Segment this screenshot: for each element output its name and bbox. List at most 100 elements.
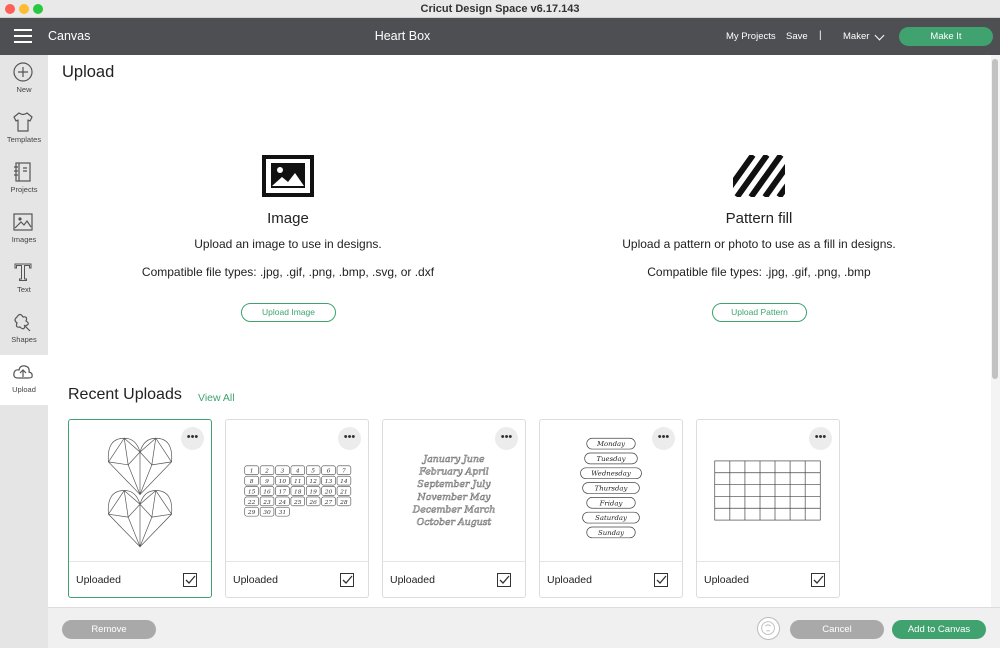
save-link[interactable]: Save <box>786 31 808 42</box>
sidebar-item-label: Templates <box>6 135 42 144</box>
sidebar-item-label: Images <box>11 235 37 244</box>
sidebar-item-projects[interactable]: Projects <box>0 155 48 205</box>
number-tag-label: 29 <box>247 510 256 516</box>
more-options-button[interactable]: ••• <box>338 427 361 450</box>
sidebar-item-images[interactable]: Images <box>0 205 48 255</box>
card-status-label: Uploaded <box>704 574 749 586</box>
make-it-button[interactable]: Make It <box>899 27 993 46</box>
number-tag-label: 5 <box>311 469 315 475</box>
month-script-line: December March <box>412 504 496 515</box>
card-status-label: Uploaded <box>233 574 278 586</box>
number-tag-label: 1 <box>250 469 254 475</box>
footer-bar: Remove Cancel Add to Canvas <box>48 607 1000 648</box>
my-projects-link[interactable]: My Projects <box>726 31 776 42</box>
sidebar-item-templates[interactable]: Templates <box>0 105 48 155</box>
month-script-line: January June <box>421 454 485 465</box>
recent-upload-card[interactable]: 1 2 3 4 5 6 7 8 9 10 11 12 13 14 15 16 17 18 19 20 21 22 23 24 2… <box>225 419 369 598</box>
number-tag-label: 27 <box>324 500 333 506</box>
shapes-icon <box>14 313 31 332</box>
number-tag-label: 3 <box>281 469 285 475</box>
month-script-line: September July <box>417 479 491 490</box>
add-to-canvas-button[interactable]: Add to Canvas <box>892 620 986 639</box>
weekday-tag-label: Saturday <box>595 514 627 522</box>
number-tag-label: 30 <box>263 510 271 516</box>
scrollbar-thumb[interactable] <box>992 59 998 379</box>
number-tag-label: 26 <box>308 500 317 506</box>
checkbox-icon[interactable] <box>654 573 668 587</box>
checkbox-icon[interactable] <box>183 573 197 587</box>
number-tag-label: 17 <box>279 489 287 495</box>
sidebar-item-label: Upload <box>12 385 36 394</box>
number-tag-label: 14 <box>340 479 348 485</box>
number-tag-label: 6 <box>327 469 331 475</box>
sidebar-item-label: Projects <box>10 185 38 194</box>
number-tag-label: 21 <box>339 489 348 495</box>
project-title: Heart Box <box>374 29 431 43</box>
more-options-button[interactable]: ••• <box>181 427 204 450</box>
pattern-upload-description: Upload a pattern or photo to use as a fi… <box>622 237 896 251</box>
number-tag-label: 10 <box>279 479 287 485</box>
image-upload-title: Image <box>267 210 309 227</box>
cancel-button[interactable]: Cancel <box>790 620 884 639</box>
pattern-upload-file-types: Compatible file types: .jpg, .gif, .png,… <box>647 265 871 279</box>
recent-upload-card[interactable]: ••• Uploaded <box>68 419 212 598</box>
more-options-button[interactable]: ••• <box>652 427 675 450</box>
pattern-upload-title: Pattern fill <box>725 210 793 227</box>
number-tag-label: 8 <box>250 479 254 485</box>
number-tag-label: 18 <box>294 489 302 495</box>
vertical-scrollbar[interactable] <box>991 55 1000 607</box>
number-tag-label: 20 <box>324 489 333 495</box>
weekday-tag-label: Wednesday <box>591 470 631 478</box>
number-tag-label: 4 <box>295 469 300 475</box>
number-tag-label: 25 <box>293 500 302 506</box>
sidebar-item-text[interactable]: Text <box>0 255 48 305</box>
number-tag-label: 22 <box>247 500 256 506</box>
upload-cloud-icon <box>13 365 33 379</box>
weekday-tag-label: Friday <box>599 499 623 507</box>
image-icon <box>262 155 314 197</box>
sidebar-item-new[interactable]: New <box>0 55 48 105</box>
chevron-down-icon[interactable] <box>874 30 885 41</box>
text-icon <box>14 263 32 281</box>
help-icon[interactable] <box>757 617 780 640</box>
number-tag-label: 31 <box>279 510 287 516</box>
card-status-label: Uploaded <box>76 574 121 586</box>
number-tag-label: 12 <box>309 479 317 485</box>
recent-upload-card[interactable]: ••• Uploaded <box>696 419 840 598</box>
pattern-fill-icon <box>733 155 785 197</box>
card-status-label: Uploaded <box>547 574 592 586</box>
card-status-label: Uploaded <box>390 574 435 586</box>
image-icon <box>13 213 33 231</box>
upload-image-button[interactable]: Upload Image <box>241 303 336 322</box>
checkbox-icon[interactable] <box>340 573 354 587</box>
image-upload-file-types: Compatible file types: .jpg, .gif, .png,… <box>141 265 435 279</box>
number-tag-label: 23 <box>262 500 271 506</box>
sidebar-item-shapes[interactable]: Shapes <box>0 305 48 355</box>
recent-upload-card[interactable]: January June February April September July… <box>382 419 526 598</box>
notebook-icon <box>14 162 31 182</box>
month-script-line: November May <box>417 492 492 503</box>
machine-select[interactable]: Maker <box>843 31 869 42</box>
checkbox-icon[interactable] <box>497 573 511 587</box>
more-options-button[interactable]: ••• <box>809 427 832 450</box>
weekday-tag-label: Thursday <box>595 485 628 493</box>
image-upload-description: Upload an image to use in designs. <box>194 237 382 251</box>
checkbox-icon[interactable] <box>811 573 825 587</box>
shirt-icon <box>13 112 33 132</box>
number-tag-label: 28 <box>339 500 348 506</box>
more-options-button[interactable]: ••• <box>495 427 518 450</box>
number-tag-label: 11 <box>294 479 302 485</box>
remove-button[interactable]: Remove <box>62 620 156 639</box>
header-separator: | <box>819 30 822 41</box>
number-tag-label: 2 <box>264 469 269 475</box>
sidebar-item-upload[interactable]: Upload <box>0 355 48 405</box>
number-tag-label: 24 <box>278 500 287 506</box>
window-titlebar: Cricut Design Space v6.17.143 <box>0 0 1000 18</box>
page-title: Upload <box>62 63 115 81</box>
plus-circle-icon <box>13 62 33 82</box>
view-all-link[interactable]: View All <box>198 392 235 404</box>
left-sidebar: New Templates Projects Images Text Shape… <box>0 55 48 648</box>
upload-pattern-button[interactable]: Upload Pattern <box>712 303 807 322</box>
recent-upload-card[interactable]: Monday Tuesday Wednesday Thursday Friday Satu… <box>539 419 683 598</box>
sidebar-item-label: Shapes <box>11 335 37 344</box>
